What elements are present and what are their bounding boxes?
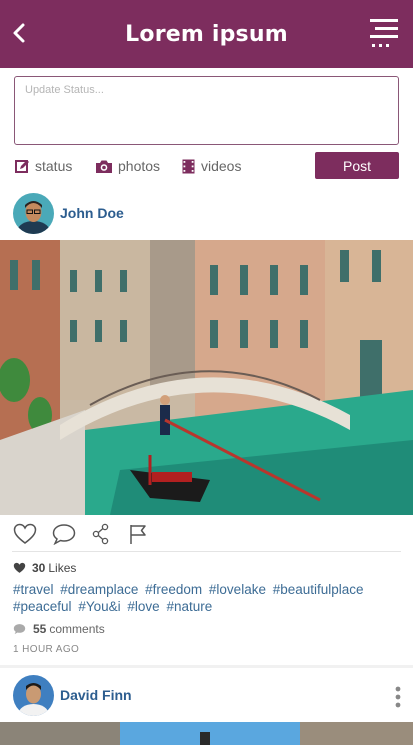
hashtag-link[interactable]: #You&i (78, 599, 120, 614)
comment-bubble-icon (13, 624, 26, 635)
status-input[interactable] (14, 76, 399, 145)
camera-icon (96, 160, 112, 173)
hashtag-link[interactable]: #dreamplace (60, 582, 138, 597)
divider (12, 551, 401, 552)
like-heart-icon[interactable] (13, 523, 37, 545)
page-title: Lorem ipsum (125, 21, 288, 47)
post-card: John Doe 30 Likes #travel #dreamplace #f… (0, 186, 413, 665)
heart-filled-icon (13, 562, 26, 573)
hashtag-link[interactable]: #travel (13, 582, 54, 597)
post-header: John Doe (0, 186, 413, 240)
status-composer: status photos videos Post (0, 68, 413, 186)
film-icon (182, 159, 195, 173)
videos-action[interactable]: videos (181, 158, 241, 174)
post-header: David Finn (0, 668, 413, 722)
hashtag-link[interactable]: #freedom (145, 582, 202, 597)
hashtag-link[interactable]: #peaceful (13, 599, 72, 614)
share-icon[interactable] (92, 523, 110, 545)
more-options-icon[interactable] (393, 685, 403, 709)
menu-icon[interactable] (369, 17, 399, 49)
comment-icon[interactable] (52, 523, 76, 545)
videos-action-label: videos (201, 158, 242, 174)
hashtag-link[interactable]: #love (127, 599, 159, 614)
app-bar: Lorem ipsum (0, 0, 413, 68)
post-photo[interactable] (0, 240, 413, 515)
comments-label: comments (49, 622, 105, 636)
hashtag-link[interactable]: #nature (166, 599, 212, 614)
post-button[interactable]: Post (315, 152, 399, 179)
status-action[interactable]: status (15, 158, 72, 174)
post-actions (0, 515, 413, 553)
status-action-label: status (35, 158, 73, 174)
edit-icon (15, 159, 29, 173)
avatar[interactable] (13, 192, 54, 234)
post-photo[interactable] (0, 722, 413, 745)
likes-summary[interactable]: 30 Likes (13, 561, 76, 575)
hashtags: #travel #dreamplace #freedom #lovelake #… (13, 581, 403, 615)
post-author[interactable]: David Finn (60, 687, 132, 703)
post-card: David Finn (0, 668, 413, 745)
post-timestamp: 1 HOUR AGO (13, 644, 80, 655)
likes-count: 30 (32, 561, 46, 575)
report-flag-icon[interactable] (128, 523, 148, 545)
hashtag-link[interactable]: #lovelake (209, 582, 266, 597)
comments-count: 55 (33, 622, 47, 636)
photos-action-label: photos (118, 158, 161, 174)
comments-summary[interactable]: 55 comments (13, 622, 105, 636)
likes-label: Likes (48, 561, 77, 575)
back-arrow-icon[interactable] (9, 20, 31, 46)
post-author[interactable]: John Doe (60, 205, 124, 221)
photos-action[interactable]: photos (95, 158, 160, 174)
avatar[interactable] (13, 674, 54, 716)
hashtag-link[interactable]: #beautifulplace (273, 582, 364, 597)
